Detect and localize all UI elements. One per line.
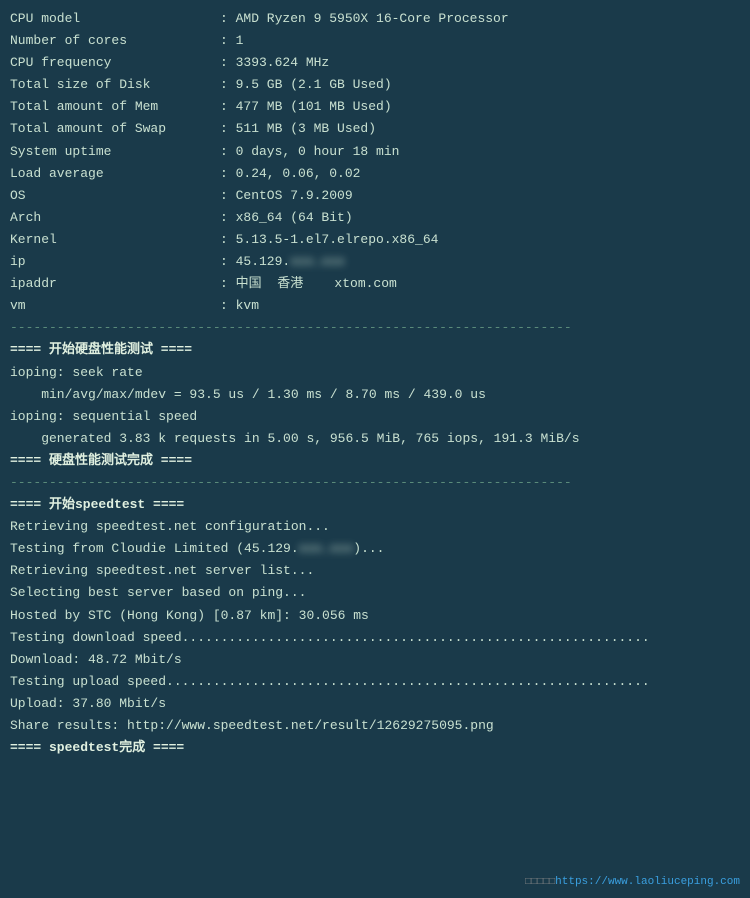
watermark-squares: □□□□□ bbox=[525, 877, 555, 888]
terminal-line-20: ==== 硬盘性能测试完成 ==== bbox=[10, 450, 740, 472]
terminal-line-7: Load average: 0.24, 0.06, 0.02 bbox=[10, 163, 740, 185]
terminal-line-14: ----------------------------------------… bbox=[10, 317, 740, 339]
terminal-line-6: System uptime: 0 days, 0 hour 18 min bbox=[10, 141, 740, 163]
terminal-line-11: ip: 45.129.xxx.xxx bbox=[10, 251, 740, 273]
line-label-4: Total amount of Mem bbox=[10, 96, 220, 118]
terminal-output: CPU model: AMD Ryzen 9 5950X 16-Core Pro… bbox=[10, 8, 740, 759]
line-label-7: Load average bbox=[10, 163, 220, 185]
line-after-24: )... bbox=[353, 541, 384, 556]
line-value-4: : 477 MB (101 MB Used) bbox=[220, 96, 392, 118]
terminal-line-23: Retrieving speedtest.net configuration..… bbox=[10, 516, 740, 538]
terminal-line-21: ----------------------------------------… bbox=[10, 472, 740, 494]
line-label-8: OS bbox=[10, 185, 220, 207]
line-label-6: System uptime bbox=[10, 141, 220, 163]
terminal-line-31: Upload: 37.80 Mbit/s bbox=[10, 693, 740, 715]
terminal-line-9: Arch: x86_64 (64 Bit) bbox=[10, 207, 740, 229]
terminal-line-15: ==== 开始硬盘性能测试 ==== bbox=[10, 339, 740, 361]
terminal-line-5: Total amount of Swap: 511 MB (3 MB Used) bbox=[10, 118, 740, 140]
terminal-line-25: Retrieving speedtest.net server list... bbox=[10, 560, 740, 582]
line-before-24: Testing from Cloudie Limited (45.129. bbox=[10, 541, 299, 556]
line-value-10: : 5.13.5-1.el7.elrepo.x86_64 bbox=[220, 229, 438, 251]
terminal-line-13: vm: kvm bbox=[10, 295, 740, 317]
watermark-link[interactable]: https://www.laoliuceping.com bbox=[555, 876, 740, 888]
line-value-13: : kvm bbox=[220, 295, 259, 317]
line-value-9: : x86_64 (64 Bit) bbox=[220, 207, 353, 229]
line-label-0: CPU model bbox=[10, 8, 220, 30]
terminal-line-1: Number of cores: 1 bbox=[10, 30, 740, 52]
terminal-line-4: Total amount of Mem: 477 MB (101 MB Used… bbox=[10, 96, 740, 118]
terminal-line-32: Share results: http://www.speedtest.net/… bbox=[10, 715, 740, 737]
line-value-0: : AMD Ryzen 9 5950X 16-Core Processor bbox=[220, 8, 509, 30]
terminal-line-8: OS: CentOS 7.9.2009 bbox=[10, 185, 740, 207]
terminal-line-18: ioping: sequential speed bbox=[10, 406, 740, 428]
line-blurred-11: xxx.xxx bbox=[290, 251, 345, 273]
terminal-line-2: CPU frequency: 3393.624 MHz bbox=[10, 52, 740, 74]
line-value-5: : 511 MB (3 MB Used) bbox=[220, 118, 376, 140]
line-value-8: : CentOS 7.9.2009 bbox=[220, 185, 353, 207]
line-label-5: Total amount of Swap bbox=[10, 118, 220, 140]
line-label-3: Total size of Disk bbox=[10, 74, 220, 96]
line-label-1: Number of cores bbox=[10, 30, 220, 52]
terminal-line-28: Testing download speed..................… bbox=[10, 627, 740, 649]
line-value-3: : 9.5 GB (2.1 GB Used) bbox=[220, 74, 392, 96]
terminal-line-26: Selecting best server based on ping... bbox=[10, 582, 740, 604]
terminal-line-3: Total size of Disk: 9.5 GB (2.1 GB Used) bbox=[10, 74, 740, 96]
terminal-line-12: ipaddr: 中国 香港 xtom.com bbox=[10, 273, 740, 295]
terminal-line-27: Hosted by STC (Hong Kong) [0.87 km]: 30.… bbox=[10, 605, 740, 627]
terminal-line-16: ioping: seek rate bbox=[10, 362, 740, 384]
terminal-line-17: min/avg/max/mdev = 93.5 us / 1.30 ms / 8… bbox=[10, 384, 740, 406]
terminal-line-10: Kernel: 5.13.5-1.el7.elrepo.x86_64 bbox=[10, 229, 740, 251]
line-value-1: : 1 bbox=[220, 30, 243, 52]
terminal-line-30: Testing upload speed....................… bbox=[10, 671, 740, 693]
terminal-line-0: CPU model: AMD Ryzen 9 5950X 16-Core Pro… bbox=[10, 8, 740, 30]
line-value-7: : 0.24, 0.06, 0.02 bbox=[220, 163, 360, 185]
terminal-line-22: ==== 开始speedtest ==== bbox=[10, 494, 740, 516]
line-label-10: Kernel bbox=[10, 229, 220, 251]
line-value-2: : 3393.624 MHz bbox=[220, 52, 329, 74]
line-label-9: Arch bbox=[10, 207, 220, 229]
terminal-line-33: ==== speedtest完成 ==== bbox=[10, 737, 740, 759]
terminal-line-24: Testing from Cloudie Limited (45.129.xxx… bbox=[10, 538, 740, 560]
line-value-6: : 0 days, 0 hour 18 min bbox=[220, 141, 399, 163]
line-value-12: : 中国 香港 xtom.com bbox=[220, 273, 397, 295]
line-label-11: ip bbox=[10, 251, 220, 273]
terminal-line-29: Download: 48.72 Mbit/s bbox=[10, 649, 740, 671]
line-label-13: vm bbox=[10, 295, 220, 317]
line-label-2: CPU frequency bbox=[10, 52, 220, 74]
watermark: □□□□□https://www.laoliuceping.com bbox=[525, 876, 740, 888]
line-blurred-24: xxx.xxx bbox=[299, 538, 354, 560]
line-value-11: : 45.129. bbox=[220, 251, 290, 273]
terminal-line-19: generated 3.83 k requests in 5.00 s, 956… bbox=[10, 428, 740, 450]
line-label-12: ipaddr bbox=[10, 273, 220, 295]
